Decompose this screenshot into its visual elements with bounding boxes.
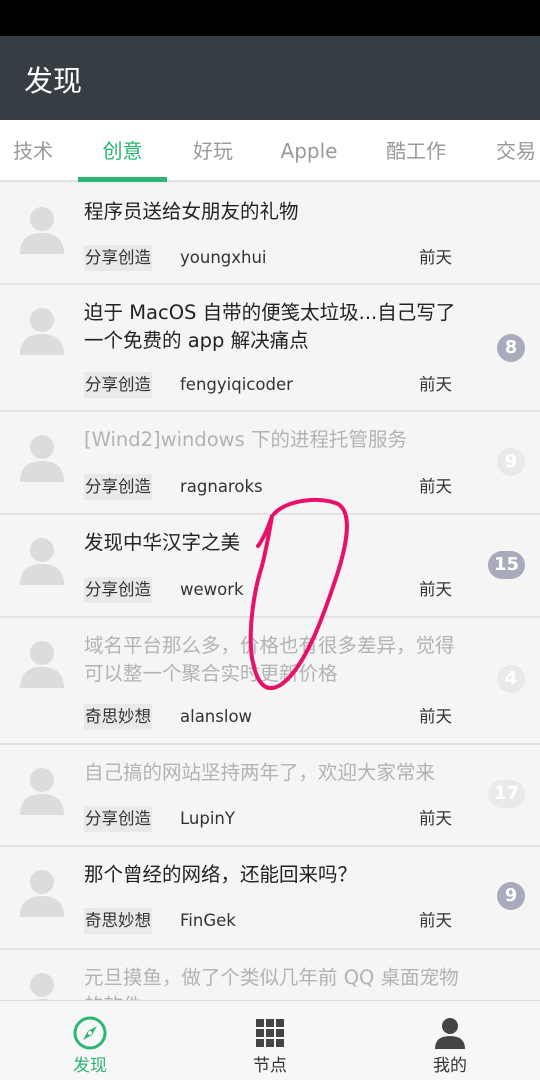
reply-count-badge: 9: [497, 448, 525, 476]
bottom-navigation: 发现 节点 我的: [0, 1000, 540, 1080]
topic-time: 前天: [419, 248, 452, 267]
topic-title[interactable]: 自己搞的网站坚持两年了，欢迎大家常来: [84, 759, 469, 787]
reply-count-badge: 4: [497, 665, 525, 693]
topic-item[interactable]: 那个曾经的网络，还能回来吗？ 奇思妙想 FinGek 前天 9: [0, 847, 540, 950]
topic-item[interactable]: 程序员送给女朋友的礼物 分享创造 youngxhui 前天: [0, 184, 540, 285]
avatar: [20, 207, 64, 254]
reply-count-badge: 8: [497, 334, 525, 362]
topic-time: 前天: [419, 911, 452, 930]
avatar: [20, 435, 64, 482]
nav-me-label: 我的: [433, 1056, 467, 1076]
topic-item[interactable]: 自己搞的网站坚持两年了，欢迎大家常来 分享创造 LupinY 前天 17: [0, 745, 540, 847]
topic-time: 前天: [419, 707, 452, 726]
grid-icon: [256, 1019, 284, 1047]
node-tag[interactable]: 分享创造: [84, 806, 152, 832]
tab-tech[interactable]: 技术: [0, 120, 66, 180]
reply-count-badge: 9: [497, 882, 525, 910]
author-name[interactable]: fengyiqicoder: [180, 372, 293, 398]
app-bar: 发现: [0, 36, 540, 120]
avatar: [20, 538, 64, 585]
tab-indicator: [78, 177, 167, 182]
topic-time: 前天: [419, 477, 452, 496]
node-tag[interactable]: 分享创造: [84, 474, 152, 500]
tab-creative[interactable]: 创意: [78, 120, 167, 180]
topic-title[interactable]: 迫于 MacOS 自带的便笺太垃圾...自己写了一个免费的 app 解决痛点: [84, 299, 469, 355]
tab-fun[interactable]: 好玩: [170, 120, 256, 180]
avatar: [20, 641, 64, 688]
topic-title[interactable]: 程序员送给女朋友的礼物: [84, 198, 469, 226]
person-icon: [435, 1018, 465, 1049]
author-name[interactable]: ragnaroks: [180, 474, 263, 500]
avatar: [20, 768, 64, 815]
node-tag[interactable]: 奇思妙想: [84, 908, 152, 934]
topic-title[interactable]: 那个曾经的网络，还能回来吗？: [84, 861, 469, 889]
node-tag[interactable]: 分享创造: [84, 577, 152, 603]
topic-title[interactable]: 元旦摸鱼，做了个类似几年前 QQ 桌面宠物的软件: [84, 964, 469, 1000]
tab-cool-jobs[interactable]: 酷工作: [370, 120, 462, 180]
topic-item[interactable]: 域名平台那么多，价格也有很多差异，觉得可以整一个聚合实时更新价格 奇思妙想 al…: [0, 618, 540, 745]
nav-me[interactable]: 我的: [360, 1001, 540, 1080]
tab-apple[interactable]: Apple: [262, 120, 356, 180]
author-name[interactable]: FinGek: [180, 908, 236, 934]
topic-list: 程序员送给女朋友的礼物 分享创造 youngxhui 前天 迫于 MacOS 自…: [0, 184, 540, 1000]
nav-nodes[interactable]: 节点: [180, 1001, 360, 1080]
topic-item[interactable]: 元旦摸鱼，做了个类似几年前 QQ 桌面宠物的软件: [0, 950, 540, 1000]
topic-title[interactable]: 发现中华汉字之美: [84, 529, 469, 557]
nav-discover[interactable]: 发现: [0, 1001, 180, 1080]
compass-icon: [73, 1016, 107, 1050]
node-tag[interactable]: 分享创造: [84, 245, 152, 271]
author-name[interactable]: youngxhui: [180, 245, 267, 271]
reply-count-badge: 15: [487, 551, 525, 579]
category-tabs: 技术 创意 好玩 Apple 酷工作 交易: [0, 120, 540, 182]
topic-title[interactable]: 域名平台那么多，价格也有很多差异，觉得可以整一个聚合实时更新价格: [84, 632, 469, 688]
tab-trade[interactable]: 交易: [480, 120, 540, 180]
topic-item[interactable]: 发现中华汉字之美 分享创造 wework 前天 15: [0, 515, 540, 618]
author-name[interactable]: wework: [180, 577, 244, 603]
avatar: [30, 973, 54, 1000]
topic-time: 前天: [419, 809, 452, 828]
topic-title[interactable]: [Wind2]windows 下的进程托管服务: [84, 426, 469, 454]
avatar: [20, 308, 64, 355]
reply-count-badge: 17: [487, 780, 525, 808]
topic-item[interactable]: [Wind2]windows 下的进程托管服务 分享创造 ragnaroks 前…: [0, 412, 540, 515]
node-tag[interactable]: 分享创造: [84, 372, 152, 398]
status-bar: [0, 0, 540, 36]
topic-item[interactable]: 迫于 MacOS 自带的便笺太垃圾...自己写了一个免费的 app 解决痛点 分…: [0, 285, 540, 412]
topic-time: 前天: [419, 580, 452, 599]
node-tag[interactable]: 奇思妙想: [84, 704, 152, 730]
nav-discover-label: 发现: [73, 1056, 107, 1076]
author-name[interactable]: alanslow: [180, 704, 252, 730]
nav-nodes-label: 节点: [253, 1056, 287, 1076]
avatar: [20, 870, 64, 917]
author-name[interactable]: LupinY: [180, 806, 235, 832]
topic-time: 前天: [419, 375, 452, 394]
page-title: 发现: [24, 64, 83, 98]
